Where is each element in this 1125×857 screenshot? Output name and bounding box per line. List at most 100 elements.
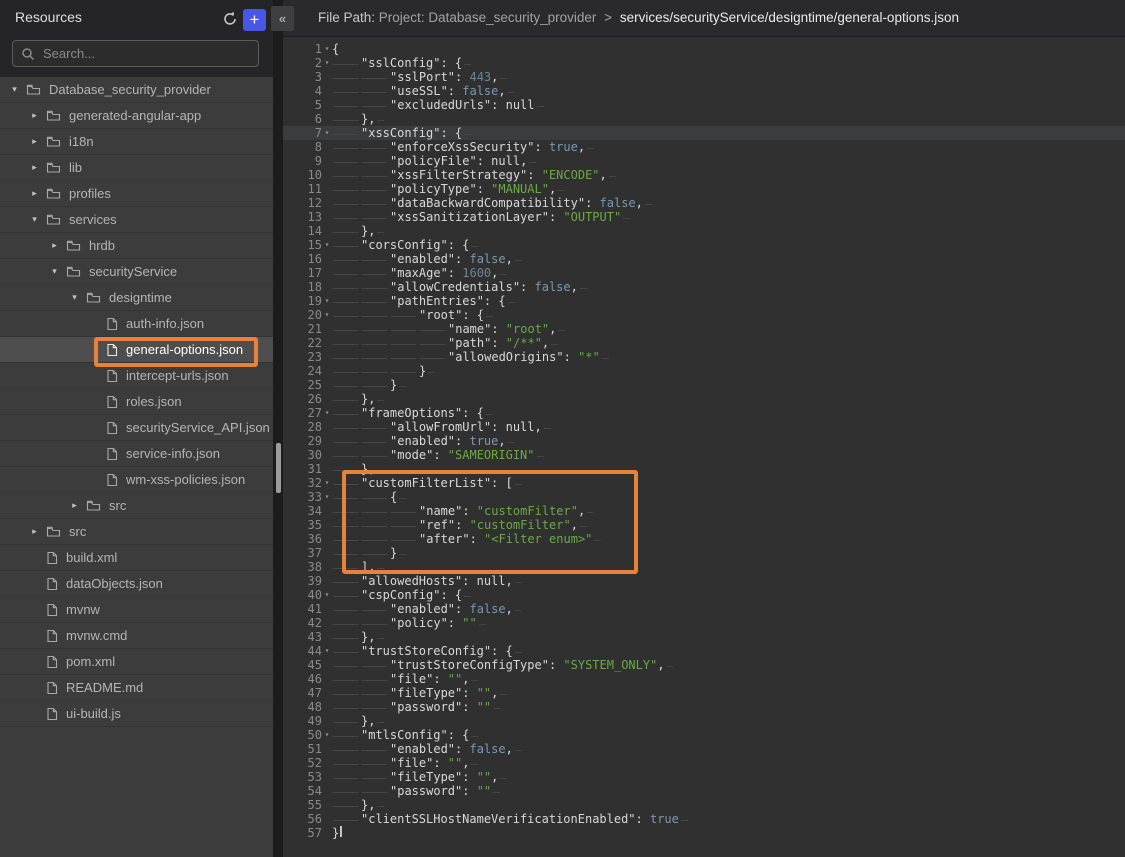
code-line-20[interactable]: 20▾"root": { (283, 308, 1125, 322)
chevron-right-icon[interactable]: ▸ (48, 240, 61, 251)
chevron-right-icon[interactable]: ▸ (28, 136, 41, 147)
code-line-52[interactable]: 52"file": "", (283, 756, 1125, 770)
code-line-55[interactable]: 55}, (283, 798, 1125, 812)
code-line-7[interactable]: 7▾"xssConfig": { (283, 126, 1125, 140)
tree-item-roles-json[interactable]: roles.json (0, 389, 273, 415)
code-line-45[interactable]: 45"trustStoreConfigType": "SYSTEM_ONLY", (283, 658, 1125, 672)
code-line-57[interactable]: 57} (283, 826, 1125, 840)
search-input[interactable] (13, 41, 258, 66)
code-line-47[interactable]: 47"fileType": "", (283, 686, 1125, 700)
fold-arrow-icon[interactable]: ▾ (322, 588, 332, 602)
code-line-41[interactable]: 41"enabled": false, (283, 602, 1125, 616)
tree-item-generated-angular-app[interactable]: ▸generated-angular-app (0, 103, 273, 129)
tree-item-database-security-provider[interactable]: ▾Database_security_provider (0, 77, 273, 103)
code-line-18[interactable]: 18"allowCredentials": false, (283, 280, 1125, 294)
code-line-39[interactable]: 39"allowedHosts": null, (283, 574, 1125, 588)
code-line-6[interactable]: 6}, (283, 112, 1125, 126)
fold-arrow-icon[interactable]: ▾ (322, 42, 332, 56)
code-line-9[interactable]: 9"policyFile": null, (283, 154, 1125, 168)
chevron-down-icon[interactable]: ▾ (28, 214, 41, 225)
code-line-34[interactable]: 34"name": "customFilter", (283, 504, 1125, 518)
code-area[interactable]: 1▾{2▾"sslConfig": {3"sslPort": 443,4"use… (283, 37, 1125, 840)
code-line-37[interactable]: 37} (283, 546, 1125, 560)
tree-item-securityservice-api-json[interactable]: securityService_API.json (0, 415, 273, 441)
fold-arrow-icon[interactable]: ▾ (322, 490, 332, 504)
code-line-53[interactable]: 53"fileType": "", (283, 770, 1125, 784)
tree-item-profiles[interactable]: ▸profiles (0, 181, 273, 207)
tree-item-lib[interactable]: ▸lib (0, 155, 273, 181)
fold-arrow-icon[interactable]: ▾ (322, 406, 332, 420)
code-line-54[interactable]: 54"password": "" (283, 784, 1125, 798)
chevron-down-icon[interactable]: ▾ (8, 84, 21, 95)
fold-arrow-icon[interactable]: ▾ (322, 728, 332, 742)
tree-item-mvnw-cmd[interactable]: mvnw.cmd (0, 623, 273, 649)
code-line-40[interactable]: 40▾"cspConfig": { (283, 588, 1125, 602)
code-line-28[interactable]: 28"allowFromUrl": null, (283, 420, 1125, 434)
code-line-12[interactable]: 12"dataBackwardCompatibility": false, (283, 196, 1125, 210)
tree-item-designtime[interactable]: ▾designtime (0, 285, 273, 311)
code-line-13[interactable]: 13"xssSanitizationLayer": "OUTPUT" (283, 210, 1125, 224)
fold-arrow-icon[interactable]: ▾ (322, 308, 332, 322)
code-line-27[interactable]: 27▾"frameOptions": { (283, 406, 1125, 420)
chevron-right-icon[interactable]: ▸ (68, 500, 81, 511)
code-line-8[interactable]: 8"enforceXssSecurity": true, (283, 140, 1125, 154)
code-line-5[interactable]: 5"excludedUrls": null (283, 98, 1125, 112)
tree-item-ui-build-js[interactable]: ui-build.js (0, 701, 273, 727)
chevron-right-icon[interactable]: ▸ (28, 188, 41, 199)
add-resource-button[interactable]: + (243, 9, 266, 31)
fold-arrow-icon[interactable]: ▾ (322, 294, 332, 308)
code-line-35[interactable]: 35"ref": "customFilter", (283, 518, 1125, 532)
code-line-51[interactable]: 51"enabled": false, (283, 742, 1125, 756)
fold-arrow-icon[interactable]: ▾ (322, 238, 332, 252)
code-line-2[interactable]: 2▾"sslConfig": { (283, 56, 1125, 70)
tree-item-auth-info-json[interactable]: auth-info.json (0, 311, 273, 337)
code-line-32[interactable]: 32▾"customFilterList": [ (283, 476, 1125, 490)
code-line-30[interactable]: 30"mode": "SAMEORIGIN" (283, 448, 1125, 462)
collapse-sidebar-button[interactable]: « (271, 6, 294, 31)
code-line-29[interactable]: 29"enabled": true, (283, 434, 1125, 448)
fold-arrow-icon[interactable]: ▾ (322, 476, 332, 490)
code-line-22[interactable]: 22"path": "/**", (283, 336, 1125, 350)
code-line-4[interactable]: 4"useSSL": false, (283, 84, 1125, 98)
refresh-icon[interactable] (220, 10, 240, 30)
code-line-23[interactable]: 23"allowedOrigins": "*" (283, 350, 1125, 364)
tree-item-general-options-json[interactable]: general-options.json (0, 337, 273, 363)
chevron-down-icon[interactable]: ▾ (48, 266, 61, 277)
tree-item-intercept-urls-json[interactable]: intercept-urls.json (0, 363, 273, 389)
tree-item-hrdb[interactable]: ▸hrdb (0, 233, 273, 259)
code-line-50[interactable]: 50▾"mtlsConfig": { (283, 728, 1125, 742)
code-line-38[interactable]: 38], (283, 560, 1125, 574)
code-line-36[interactable]: 36"after": "<Filter enum>" (283, 532, 1125, 546)
code-line-14[interactable]: 14}, (283, 224, 1125, 238)
fold-arrow-icon[interactable]: ▾ (322, 644, 332, 658)
tree-item-pom-xml[interactable]: pom.xml (0, 649, 273, 675)
code-line-21[interactable]: 21"name": "root", (283, 322, 1125, 336)
code-line-49[interactable]: 49}, (283, 714, 1125, 728)
chevron-right-icon[interactable]: ▸ (28, 162, 41, 173)
tree-item-src[interactable]: ▸src (0, 519, 273, 545)
code-line-48[interactable]: 48"password": "" (283, 700, 1125, 714)
code-line-1[interactable]: 1▾{ (283, 42, 1125, 56)
code-line-33[interactable]: 33▾{ (283, 490, 1125, 504)
chevron-right-icon[interactable]: ▸ (28, 110, 41, 121)
tree-item-wm-xss-policies-json[interactable]: wm-xss-policies.json (0, 467, 273, 493)
chevron-right-icon[interactable]: ▸ (28, 526, 41, 537)
code-line-10[interactable]: 10"xssFilterStrategy": "ENCODE", (283, 168, 1125, 182)
tree-item-services[interactable]: ▾services (0, 207, 273, 233)
tree-item-build-xml[interactable]: build.xml (0, 545, 273, 571)
code-line-25[interactable]: 25} (283, 378, 1125, 392)
code-line-15[interactable]: 15▾"corsConfig": { (283, 238, 1125, 252)
tree-item-readme-md[interactable]: README.md (0, 675, 273, 701)
code-line-3[interactable]: 3"sslPort": 443, (283, 70, 1125, 84)
code-line-42[interactable]: 42"policy": "" (283, 616, 1125, 630)
tree-item-securityservice[interactable]: ▾securityService (0, 259, 273, 285)
code-line-31[interactable]: 31}, (283, 462, 1125, 476)
code-line-46[interactable]: 46"file": "", (283, 672, 1125, 686)
code-line-26[interactable]: 26}, (283, 392, 1125, 406)
code-line-44[interactable]: 44▾"trustStoreConfig": { (283, 644, 1125, 658)
code-line-24[interactable]: 24} (283, 364, 1125, 378)
code-line-11[interactable]: 11"policyType": "MANUAL", (283, 182, 1125, 196)
tree-item-src[interactable]: ▸src (0, 493, 273, 519)
code-line-17[interactable]: 17"maxAge": 1600, (283, 266, 1125, 280)
code-line-56[interactable]: 56"clientSSLHostNameVerificationEnabled"… (283, 812, 1125, 826)
